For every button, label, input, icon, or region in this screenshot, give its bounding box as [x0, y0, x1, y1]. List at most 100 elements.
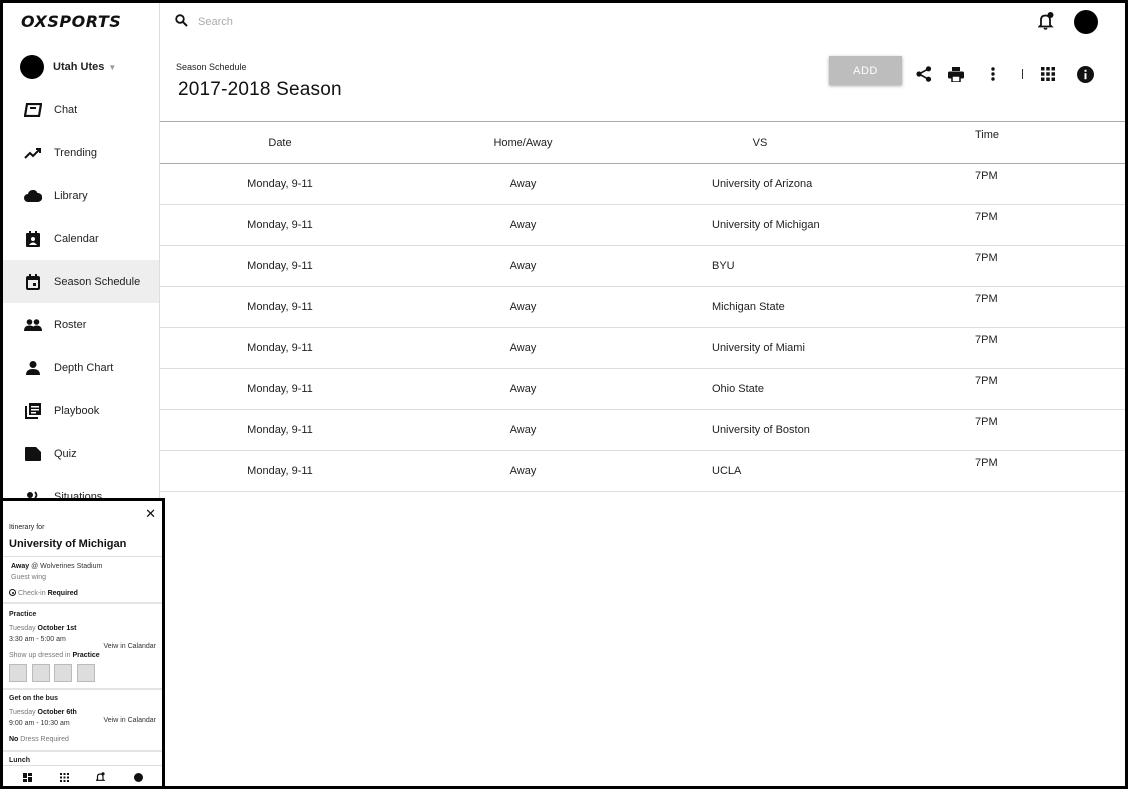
sidebar-item-trending[interactable]: Trending [3, 131, 159, 174]
bus-date: Tuesday October 6th [9, 709, 77, 716]
attachment-thumbnail[interactable] [32, 664, 50, 682]
sidebar-item-depth-chart[interactable]: Depth Chart [3, 346, 159, 389]
attachment-thumbnail[interactable] [77, 664, 95, 682]
notification-bell-icon[interactable] [1037, 12, 1054, 35]
event-icon [24, 273, 42, 291]
search-input[interactable] [198, 12, 498, 32]
cell-time: 7PM [975, 416, 998, 428]
table-header: Date Home/Away VS Time [160, 122, 1125, 164]
team-switcher[interactable]: Utah Utes ▼ [20, 54, 116, 80]
attachment-thumbnail[interactable] [54, 664, 72, 682]
cell-home-away: Away [509, 465, 537, 477]
practice-day: Tuesday [9, 625, 36, 632]
practice-dress: Show up dressed in Practice [9, 652, 100, 659]
sidebar-item-season-schedule[interactable]: Season Schedule [3, 260, 159, 303]
bus-day: Tuesday [9, 709, 36, 716]
bus-dress-value: Dress Required [20, 736, 69, 743]
playbook-icon [24, 402, 42, 420]
chat-icon [24, 101, 42, 119]
info-icon[interactable] [1075, 64, 1095, 84]
cell-home-away: Away [509, 424, 537, 436]
more-vert-icon[interactable] [983, 64, 1003, 84]
user-avatar[interactable] [1074, 10, 1098, 34]
practice-view-calendar-link[interactable]: Veiw in Calandar [103, 643, 156, 650]
sidebar-nav: Chat Trending Library Calendar Season Sc… [3, 88, 159, 518]
checkin-row: Check-in Required [9, 588, 78, 597]
team-name: Utah Utes [53, 61, 105, 73]
itinerary-eyebrow: Itinerary for [9, 524, 45, 531]
table-row[interactable]: Monday, 9-11 Away University of Boston 7… [160, 410, 1125, 451]
notification-bell-icon[interactable] [94, 771, 106, 783]
sidebar-item-label: Season Schedule [54, 275, 141, 288]
column-header-date[interactable]: Date [160, 137, 400, 149]
top-bar [160, 3, 1125, 43]
search-icon[interactable] [175, 14, 188, 32]
column-header-home-away[interactable]: Home/Away [442, 137, 604, 149]
sidebar-item-label: Roster [54, 318, 87, 331]
bus-dress-label: No [9, 736, 19, 743]
sidebar-item-playbook[interactable]: Playbook [3, 389, 159, 432]
bus-heading: Get on the bus [9, 695, 58, 702]
bus-view-calendar-link[interactable]: Veiw in Calandar [103, 717, 156, 724]
itinerary-location: Away @ Wolverines Stadium [11, 563, 102, 570]
table-row[interactable]: Monday, 9-11 Away BYU 7PM [160, 246, 1125, 287]
cell-opponent: BYU [712, 260, 735, 272]
cell-time: 7PM [975, 375, 998, 387]
practice-dress-value: Practice [72, 652, 100, 659]
sidebar-item-quiz[interactable]: Quiz [3, 432, 159, 475]
user-avatar[interactable] [132, 771, 144, 783]
cell-date: Monday, 9-11 [247, 301, 313, 313]
cell-time: 7PM [975, 170, 998, 182]
itinerary-panel-body: ✕ Itinerary for University of Michigan A… [3, 501, 162, 786]
table-row[interactable]: Monday, 9-11 Away University of Miami 7P… [160, 328, 1125, 369]
attachment-thumbnail[interactable] [9, 664, 27, 682]
practice-date: Tuesday October 1st [9, 625, 76, 632]
bus-dress: No Dress Required [9, 736, 69, 743]
cell-home-away: Away [509, 260, 537, 272]
add-button[interactable]: ADD [829, 56, 902, 85]
sidebar-item-chat[interactable]: Chat [3, 88, 159, 131]
column-header-vs[interactable]: VS [720, 137, 800, 149]
dashboard-icon[interactable] [21, 771, 33, 783]
sidebar-item-calendar[interactable]: Calendar [3, 217, 159, 260]
apps-grid-icon[interactable] [1038, 64, 1058, 84]
table-row[interactable]: Monday, 9-11 Away University of Arizona … [160, 164, 1125, 205]
print-icon[interactable] [946, 64, 966, 84]
cell-date: Monday, 9-11 [247, 383, 313, 395]
practice-time: 3:30 am - 5:00 am [9, 636, 66, 643]
itinerary-title: University of Michigan [9, 538, 127, 550]
location-type: Away [11, 563, 30, 570]
table-row[interactable]: Monday, 9-11 Away Michigan State 7PM [160, 287, 1125, 328]
sidebar-item-label: Quiz [54, 447, 77, 460]
sidebar-item-label: Playbook [54, 404, 100, 417]
table-row[interactable]: Monday, 9-11 Away University of Michigan… [160, 205, 1125, 246]
divider [3, 750, 162, 752]
schedule-table: Date Home/Away VS Time Monday, 9-11 Away… [160, 121, 1125, 492]
apps-grid-icon[interactable] [58, 771, 70, 783]
column-header-time[interactable]: Time [975, 129, 999, 141]
cell-time: 7PM [975, 457, 998, 469]
itinerary-bottom-nav [3, 765, 162, 786]
brand-logo[interactable]: OXSPORTS [21, 12, 121, 31]
cell-opponent: UCLA [712, 465, 742, 477]
bus-time: 9:00 am - 10:30 am [9, 720, 70, 727]
cell-date: Monday, 9-11 [247, 465, 313, 477]
cell-time: 7PM [975, 211, 998, 223]
sidebar-item-roster[interactable]: Roster [3, 303, 159, 346]
practice-date-value: October 1st [37, 625, 77, 632]
sidebar-item-label: Calendar [54, 232, 99, 245]
cell-time: 7PM [975, 252, 998, 264]
table-row[interactable]: Monday, 9-11 Away Ohio State 7PM [160, 369, 1125, 410]
cell-date: Monday, 9-11 [247, 260, 313, 272]
close-icon[interactable]: ✕ [145, 507, 156, 520]
cell-home-away: Away [509, 383, 537, 395]
cell-date: Monday, 9-11 [247, 342, 313, 354]
bus-date-value: October 6th [37, 709, 77, 716]
share-icon[interactable] [914, 64, 934, 84]
cell-home-away: Away [509, 219, 537, 231]
checkin-value: Required [47, 590, 78, 597]
checkin-label: Check-in [18, 590, 46, 597]
sidebar-item-library[interactable]: Library [3, 174, 159, 217]
practice-dress-label: Show up dressed in [9, 652, 71, 659]
table-row[interactable]: Monday, 9-11 Away UCLA 7PM [160, 451, 1125, 492]
